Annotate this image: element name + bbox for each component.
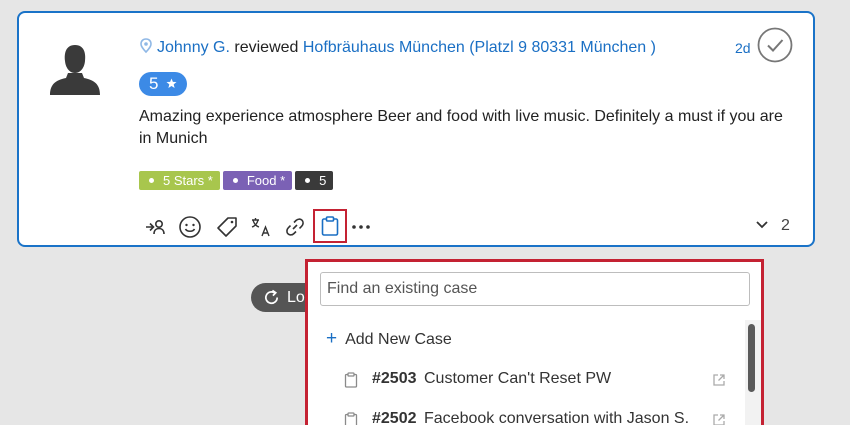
link-icon[interactable] <box>283 215 307 239</box>
resolve-check-icon[interactable] <box>757 27 793 63</box>
plus-icon: + <box>326 328 338 349</box>
tag-icon[interactable] <box>215 215 239 239</box>
rating-badge: 5 <box>139 72 187 96</box>
location-link[interactable]: Hofbräuhaus München (Platzl 9 80331 Münc… <box>303 39 656 56</box>
case-icon <box>344 372 358 388</box>
case-title: Customer Can't Reset PW <box>424 370 612 387</box>
avatar <box>50 45 100 95</box>
tag-chip[interactable]: 5 <box>295 171 334 190</box>
case-number: #2503 <box>372 370 417 387</box>
refresh-icon <box>265 289 279 305</box>
case-search-input[interactable] <box>320 272 750 306</box>
time-ago: 2d <box>735 40 751 56</box>
tag-list: 5 Stars * Food * 5 <box>139 171 334 190</box>
load-more-label: Lo <box>287 289 305 306</box>
add-new-case-button[interactable]: + Add New Case <box>326 328 452 350</box>
replies-count: 2 <box>781 217 790 234</box>
external-link-icon[interactable] <box>712 373 726 387</box>
scrollbar-thumb[interactable] <box>748 324 755 392</box>
author-link[interactable]: Johnny G. <box>157 39 230 56</box>
external-link-icon[interactable] <box>712 413 726 425</box>
review-header: Johnny G. reviewed Hofbräuhaus München (… <box>139 38 656 57</box>
translate-icon[interactable] <box>249 215 273 239</box>
case-dropdown: + Add New Case #2503 Customer Can't Reset… <box>305 259 764 425</box>
tag-chip[interactable]: Food * <box>222 171 293 190</box>
review-action: reviewed <box>234 39 299 56</box>
tag-chip[interactable]: 5 Stars * <box>139 171 220 190</box>
review-text: Amazing experience atmosphere Beer and f… <box>139 108 783 147</box>
case-icon <box>344 412 358 425</box>
replies-toggle[interactable]: 2 <box>755 217 790 235</box>
assign-icon[interactable] <box>143 215 167 239</box>
sentiment-icon[interactable] <box>178 215 202 239</box>
star-icon <box>166 78 177 88</box>
location-pin-icon <box>140 38 152 54</box>
rating-value: 5 <box>149 74 159 93</box>
add-new-case-label: Add New Case <box>345 331 452 348</box>
case-icon[interactable] <box>313 209 347 243</box>
review-card: Johnny G. reviewed Hofbräuhaus München (… <box>17 11 815 247</box>
case-number: #2502 <box>372 410 417 425</box>
case-title: Facebook conversation with Jason S. <box>424 410 690 425</box>
more-icon[interactable] <box>349 215 373 239</box>
chevron-down-icon <box>756 221 768 229</box>
